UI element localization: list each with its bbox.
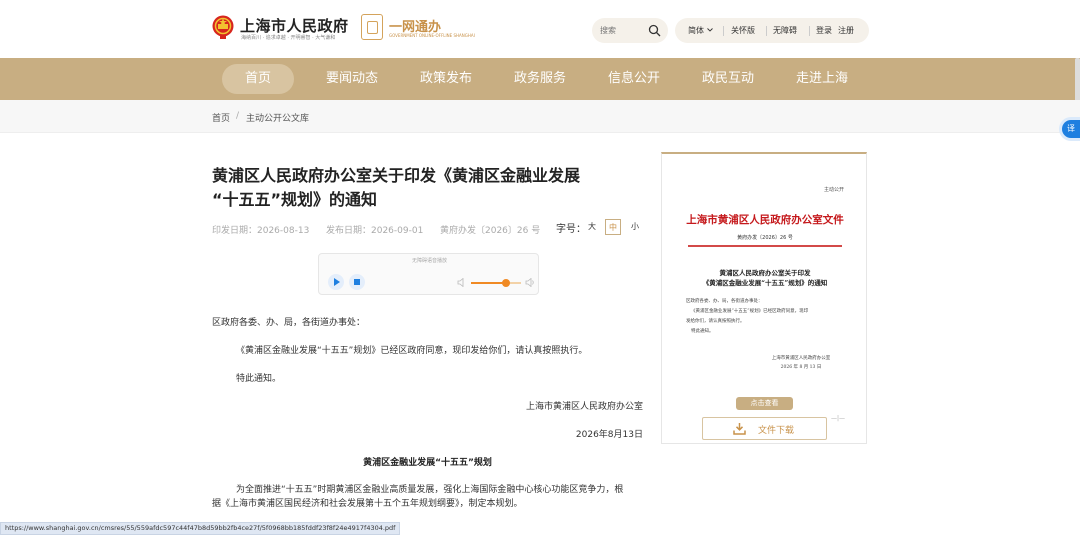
page: 上海市人民政府 海纳百川 · 追求卓越 · 开明睿智 · 大气谦和 一网通办 G… — [0, 0, 1080, 535]
view-document-button[interactable]: 点击查看 — [736, 397, 793, 410]
font-size-large-button[interactable]: 大 — [584, 219, 600, 235]
nav-item-services[interactable]: 政务服务 — [514, 58, 566, 100]
article-title: 黄浦区人民政府办公室关于印发《黄浦区金融业发展 “十五五”规划》的通知 — [212, 164, 632, 212]
nav-item-label: 首页 — [244, 71, 271, 86]
breadcrumb-current[interactable]: 主动公开公文库 — [246, 111, 309, 124]
volume-high-icon[interactable] — [525, 278, 535, 287]
language-select[interactable]: 简体 — [688, 25, 704, 36]
site-subtitle: 海纳百川 · 追求卓越 · 开明睿智 · 大气谦和 — [241, 35, 336, 41]
yiwang-subtitle: GOVERNMENT ONLINE-OFFLINE SHANGHAI — [389, 33, 475, 38]
print-date: 印发日期：2026-08-13 — [212, 226, 310, 236]
salutation: 区政府各委、办、局，各街道办事处： — [212, 318, 366, 328]
care-mode-link[interactable]: 关怀版 — [731, 25, 755, 36]
doc-signature: 上海市黄浦区人民政府办公室 — [771, 356, 831, 361]
doc-sign-date: 2026 年 8 月 13 日 — [780, 365, 822, 370]
article-title-line: 黄浦区人民政府办公室关于印发《黄浦区金融业发展 — [212, 166, 581, 185]
sign-date: 2026年8月13日 — [575, 430, 643, 440]
stop-icon[interactable] — [349, 274, 365, 290]
doc-subtitle-line: 《黄浦区金融业发展“十五五”规划》的通知 — [702, 279, 828, 287]
body-paragraph: 《黄浦区金融业发展“十五五”规划》已经区政府同意，现印发给你们，请认真按照执行。 — [236, 346, 588, 356]
volume-knob[interactable] — [502, 279, 510, 287]
yiwang-logo-link[interactable]: 一网通办 GOVERNMENT ONLINE-OFFLINE SHANGHAI — [361, 14, 475, 44]
status-bar-url: https://www.shanghai.gov.cn/cmsres/55/55… — [0, 522, 401, 535]
toolbar-divider — [723, 26, 724, 36]
yiwang-logo-icon — [361, 14, 383, 40]
doc-paragraph: 特此通知。 — [691, 329, 714, 334]
site-title[interactable]: 上海市人民政府 — [240, 15, 349, 36]
doc-preview-number: 黄府办发〔2026〕26 号 — [737, 235, 793, 241]
doc-number: 黄府办发〔2026〕26 号 — [440, 226, 541, 236]
doc-red-title: 上海市黄浦区人民政府办公室文件 — [686, 214, 844, 226]
translate-badge[interactable]: 译 — [1062, 120, 1080, 138]
register-link[interactable]: 注册 — [838, 25, 854, 36]
article-title-line: “十五五”规划》的通知 — [212, 190, 378, 209]
nav-item-interaction[interactable]: 政民互动 — [702, 58, 754, 100]
toolbar-divider — [766, 26, 767, 36]
breadcrumb: 首页 / 主动公开公文库 — [0, 100, 1080, 133]
toolbar-divider — [809, 26, 810, 36]
login-link[interactable]: 登录 — [816, 25, 832, 36]
plan-paragraph: 据《上海市黄浦区国民经济和社会发展第十五个五年规划纲要》，制定本规划。 — [212, 499, 523, 509]
top-header: 上海市人民政府 海纳百川 · 追求卓越 · 开明睿智 · 大气谦和 一网通办 G… — [0, 0, 1080, 58]
doc-public-tag: 主动公开 — [823, 187, 844, 193]
search-box — [592, 18, 668, 43]
search-icon[interactable] — [648, 24, 661, 37]
font-size-label: 字号： — [556, 224, 586, 235]
doc-paragraph: 《黄浦区金融业发展“十五五”规划》已经区政府同意，现印 — [691, 309, 809, 314]
nav-item-news[interactable]: 要闻动态 — [326, 58, 378, 100]
search-input[interactable] — [600, 23, 644, 38]
font-size-medium-button[interactable]: 中 — [605, 219, 621, 235]
download-button[interactable]: 文件下载 — [702, 417, 827, 440]
doc-subtitle-line: 黄浦区人民政府办公室关于印发 — [719, 269, 811, 277]
doc-red-line — [688, 245, 842, 247]
download-icon — [733, 423, 746, 435]
breadcrumb-home[interactable]: 首页 — [212, 111, 230, 124]
publish-date: 发布日期：2026-09-01 — [326, 226, 424, 236]
volume-fill — [471, 282, 506, 284]
national-emblem-icon[interactable] — [211, 14, 235, 40]
toolbar: 简体 关怀版 无障碍 登录 注册 — [675, 18, 869, 43]
plan-paragraph: 为全面推进“十五五”时期黄浦区金融业高质量发展，强化上海国际金融中心核心功能区竞… — [236, 485, 624, 495]
main-nav: 首页 要闻动态 政策发布 政务服务 信息公开 政民互动 走进上海 — [0, 58, 1080, 100]
volume-slider[interactable] — [471, 279, 521, 287]
volume-low-icon[interactable] — [457, 278, 466, 287]
doc-paragraph: 区政府各委、办、局，各街道办事处： — [686, 299, 763, 304]
side-mark: —|— — [831, 415, 846, 422]
plan-title: 黄浦区金融业发展“十五五”规划 — [363, 458, 492, 468]
audio-player: 无障碍语音播放 — [318, 253, 539, 295]
doc-paragraph: 发给你们，请认真按照执行。 — [686, 319, 745, 324]
signature: 上海市黄浦区人民政府办公室 — [525, 402, 643, 412]
nav-item-home[interactable]: 首页 — [222, 64, 294, 94]
breadcrumb-separator: / — [236, 111, 240, 121]
translate-badge-label: 译 — [1067, 124, 1075, 133]
font-size-small-button[interactable]: 小 — [627, 219, 643, 235]
nav-item-policy[interactable]: 政策发布 — [420, 58, 472, 100]
play-icon[interactable] — [328, 274, 344, 290]
player-label: 无障碍语音播放 — [411, 258, 447, 264]
body-paragraph: 特此通知。 — [236, 374, 282, 384]
download-label: 文件下载 — [758, 426, 795, 436]
nav-item-about-shanghai[interactable]: 走进上海 — [796, 58, 848, 100]
chevron-down-icon[interactable] — [707, 27, 713, 33]
nav-item-disclosure[interactable]: 信息公开 — [608, 58, 660, 100]
accessibility-link[interactable]: 无障碍 — [773, 25, 797, 36]
doc-subtitle: 黄浦区人民政府办公室关于印发 《黄浦区金融业发展“十五五”规划》的通知 — [686, 268, 844, 288]
